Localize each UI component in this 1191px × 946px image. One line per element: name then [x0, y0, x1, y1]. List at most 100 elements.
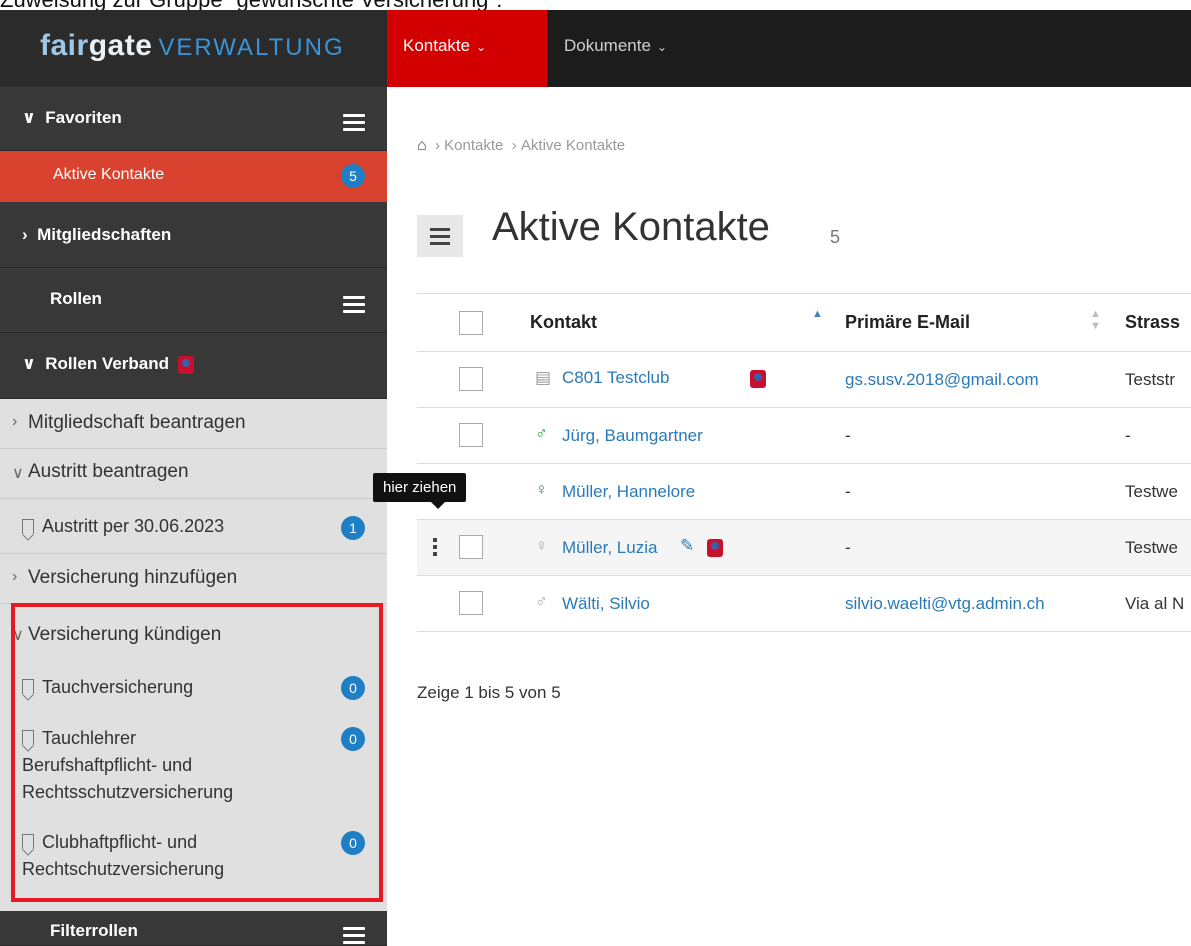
- brand-suffix: VERWALTUNG: [158, 34, 345, 61]
- chevron-down-icon: ∨: [12, 465, 24, 482]
- hamburger-menu-icon[interactable]: [343, 114, 365, 132]
- sort-asc-icon[interactable]: ▲: [812, 308, 823, 320]
- table-row[interactable]: ▤ C801 Testclub gs.susv.2018@gmail.com T…: [417, 352, 1191, 408]
- brand-name-part-a: fair: [40, 29, 89, 62]
- edit-icon[interactable]: ✎: [680, 536, 694, 556]
- tauchlehrer-label-line2: Berufshaftpflicht- und: [22, 755, 193, 775]
- sidebar-item-versicherung-hinzufuegen[interactable]: › Versicherung hinzufügen: [0, 554, 387, 604]
- email-cell: -: [845, 482, 851, 501]
- nav-dokumente[interactable]: Dokumente ⌄: [548, 10, 683, 87]
- column-header-email[interactable]: Primäre E-Mail: [845, 312, 970, 333]
- austritt-per-label: Austritt per 30.06.2023: [42, 516, 225, 536]
- sidebar-section-mitgliedschaften[interactable]: › Mitgliedschaften: [0, 202, 387, 268]
- nav-dokumente-label: Dokumente: [564, 36, 651, 55]
- male-person-icon: ♂: [535, 592, 548, 611]
- bookmark-icon: [22, 519, 34, 534]
- drag-tooltip: hier ziehen: [373, 473, 467, 509]
- chevron-down-icon: ⌄: [656, 40, 667, 54]
- hamburger-menu-icon[interactable]: [343, 927, 365, 945]
- count-badge: 0: [341, 727, 365, 751]
- clubhaftpflicht-label-line2: Rechtschutzversicherung: [22, 859, 225, 879]
- rollen-label: Rollen: [50, 289, 102, 308]
- drag-handle-icon[interactable]: [433, 538, 439, 562]
- contact-name-link[interactable]: Müller, Luzia: [562, 538, 657, 558]
- building-icon: ▤: [535, 368, 552, 387]
- count-badge: 1: [341, 516, 365, 540]
- contact-name-link[interactable]: Wälti, Silvio: [562, 594, 650, 614]
- female-person-icon: ♀: [535, 480, 548, 499]
- email-link[interactable]: gs.susv.2018@gmail.com: [845, 370, 1039, 390]
- street-cell: -: [1125, 426, 1131, 445]
- sidebar-section-filterrollen[interactable]: Filterrollen: [0, 911, 387, 946]
- street-cell: Via al N: [1125, 594, 1185, 613]
- table-row[interactable]: ♂ Jürg, Baumgartner - -: [417, 408, 1191, 464]
- column-header-strasse[interactable]: Strass: [1125, 312, 1180, 333]
- nav-kontakte[interactable]: Kontakte ⌄: [387, 10, 547, 87]
- sidebar-item-aktive-kontakte[interactable]: Aktive Kontakte 5: [0, 151, 387, 202]
- home-icon[interactable]: ⌂: [417, 137, 427, 154]
- pagination-info: Zeige 1 bis 5 von 5: [417, 683, 561, 702]
- breadcrumb: ⌂ › Kontakte › Aktive Kontakte: [417, 137, 626, 154]
- sidebar-section-rollen-verband[interactable]: ∨ Rollen Verband: [0, 333, 387, 399]
- table-row[interactable]: ♂ Wälti, Silvio silvio.waelti@vtg.admin.…: [417, 576, 1191, 632]
- nav-kontakte-label: Kontakte: [403, 36, 471, 55]
- federation-logo-icon: [178, 355, 195, 374]
- table-row-dragging[interactable]: ♀ Müller, Luzia ✎ - Testwe: [417, 520, 1191, 576]
- table-row[interactable]: ♀ Müller, Hannelore - Testwe: [417, 464, 1191, 520]
- page-title: Aktive Kontakte: [492, 205, 770, 249]
- count-badge: 0: [341, 676, 365, 700]
- sidebar-section-favoriten[interactable]: ∨ Favoriten: [0, 87, 387, 151]
- contact-name-link[interactable]: C801 Testclub: [562, 368, 669, 388]
- bookmark-icon: [22, 679, 34, 694]
- sidebar-item-tauchversicherung[interactable]: Tauchversicherung 0: [0, 671, 387, 707]
- sort-icon[interactable]: ▲ ▼: [1090, 308, 1101, 332]
- contact-name-link[interactable]: Jürg, Baumgartner: [562, 426, 703, 446]
- top-navigation-bar: fairgate VERWALTUNG Kontakte ⌄ Dokumente ⌄: [0, 10, 1191, 87]
- main-content: ⌂ › Kontakte › Aktive Kontakte Aktive Ko…: [387, 87, 1191, 946]
- mitgliedschaft-beantragen-label: Mitgliedschaft beantragen: [28, 412, 246, 433]
- sidebar-item-austritt-per[interactable]: Austritt per 30.06.2023 1: [0, 499, 387, 554]
- brand-logo[interactable]: fairgate VERWALTUNG: [0, 10, 387, 87]
- select-all-checkbox[interactable]: [459, 311, 483, 335]
- federation-logo-icon: [707, 539, 723, 557]
- sidebar-section-rollen[interactable]: Rollen: [0, 268, 387, 333]
- row-checkbox[interactable]: [459, 591, 483, 615]
- male-person-icon: ♂: [535, 424, 548, 443]
- count-badge: 5: [341, 164, 365, 188]
- chevron-down-icon: ∨: [22, 108, 36, 127]
- sidebar-item-mitgliedschaft-beantragen[interactable]: › Mitgliedschaft beantragen: [0, 399, 387, 449]
- chevron-down-icon: ∨: [12, 627, 24, 644]
- sidebar-item-versicherung-kuendigen[interactable]: ∨ Versicherung kündigen: [0, 604, 387, 654]
- street-cell: Testwe: [1125, 538, 1178, 557]
- sidebar: ∨ Favoriten Aktive Kontakte 5 › Mitglied…: [0, 87, 387, 946]
- chevron-right-icon: ›: [22, 225, 28, 244]
- female-person-icon: ♀: [535, 536, 548, 555]
- chevron-down-icon: ∨: [22, 354, 36, 373]
- aktive-kontakte-label: Aktive Kontakte: [53, 166, 165, 183]
- page-menu-button[interactable]: [417, 215, 463, 257]
- breadcrumb-kontakte[interactable]: Kontakte: [444, 137, 503, 154]
- bookmark-icon: [22, 730, 34, 745]
- row-checkbox[interactable]: [459, 367, 483, 391]
- page-count: 5: [830, 227, 841, 247]
- email-cell: -: [845, 538, 851, 557]
- chevron-down-icon: ⌄: [476, 40, 487, 54]
- tauchlehrer-label-line3: Rechtsschutzversicherung: [22, 782, 234, 802]
- email-link[interactable]: silvio.waelti@vtg.admin.ch: [845, 594, 1045, 614]
- breadcrumb-aktive-kontakte: Aktive Kontakte: [520, 137, 626, 154]
- mitgliedschaften-label: Mitgliedschaften: [37, 225, 172, 244]
- sidebar-item-clubhaftpflicht[interactable]: Clubhaftpflicht- und Rechtschutzversiche…: [0, 826, 387, 886]
- document-caption: Zuweisung zur Gruppe "gewünschte Versich…: [0, 0, 1191, 10]
- hamburger-menu-icon[interactable]: [343, 296, 365, 314]
- versicherung-hinzufuegen-label: Versicherung hinzufügen: [28, 567, 238, 588]
- row-checkbox[interactable]: [459, 423, 483, 447]
- chevron-right-icon: ›: [12, 413, 18, 430]
- tauchversicherung-label: Tauchversicherung: [42, 677, 194, 697]
- contact-name-link[interactable]: Müller, Hannelore: [562, 482, 695, 502]
- row-checkbox[interactable]: [459, 535, 483, 559]
- street-cell: Teststr: [1125, 370, 1176, 389]
- favoriten-label: Favoriten: [45, 108, 122, 127]
- sidebar-item-austritt-beantragen[interactable]: ∨ Austritt beantragen: [0, 449, 387, 499]
- sidebar-item-tauchlehrer[interactable]: Tauchlehrer Berufshaftpflicht- und Recht…: [0, 722, 387, 812]
- column-header-kontakt[interactable]: Kontakt: [530, 312, 597, 333]
